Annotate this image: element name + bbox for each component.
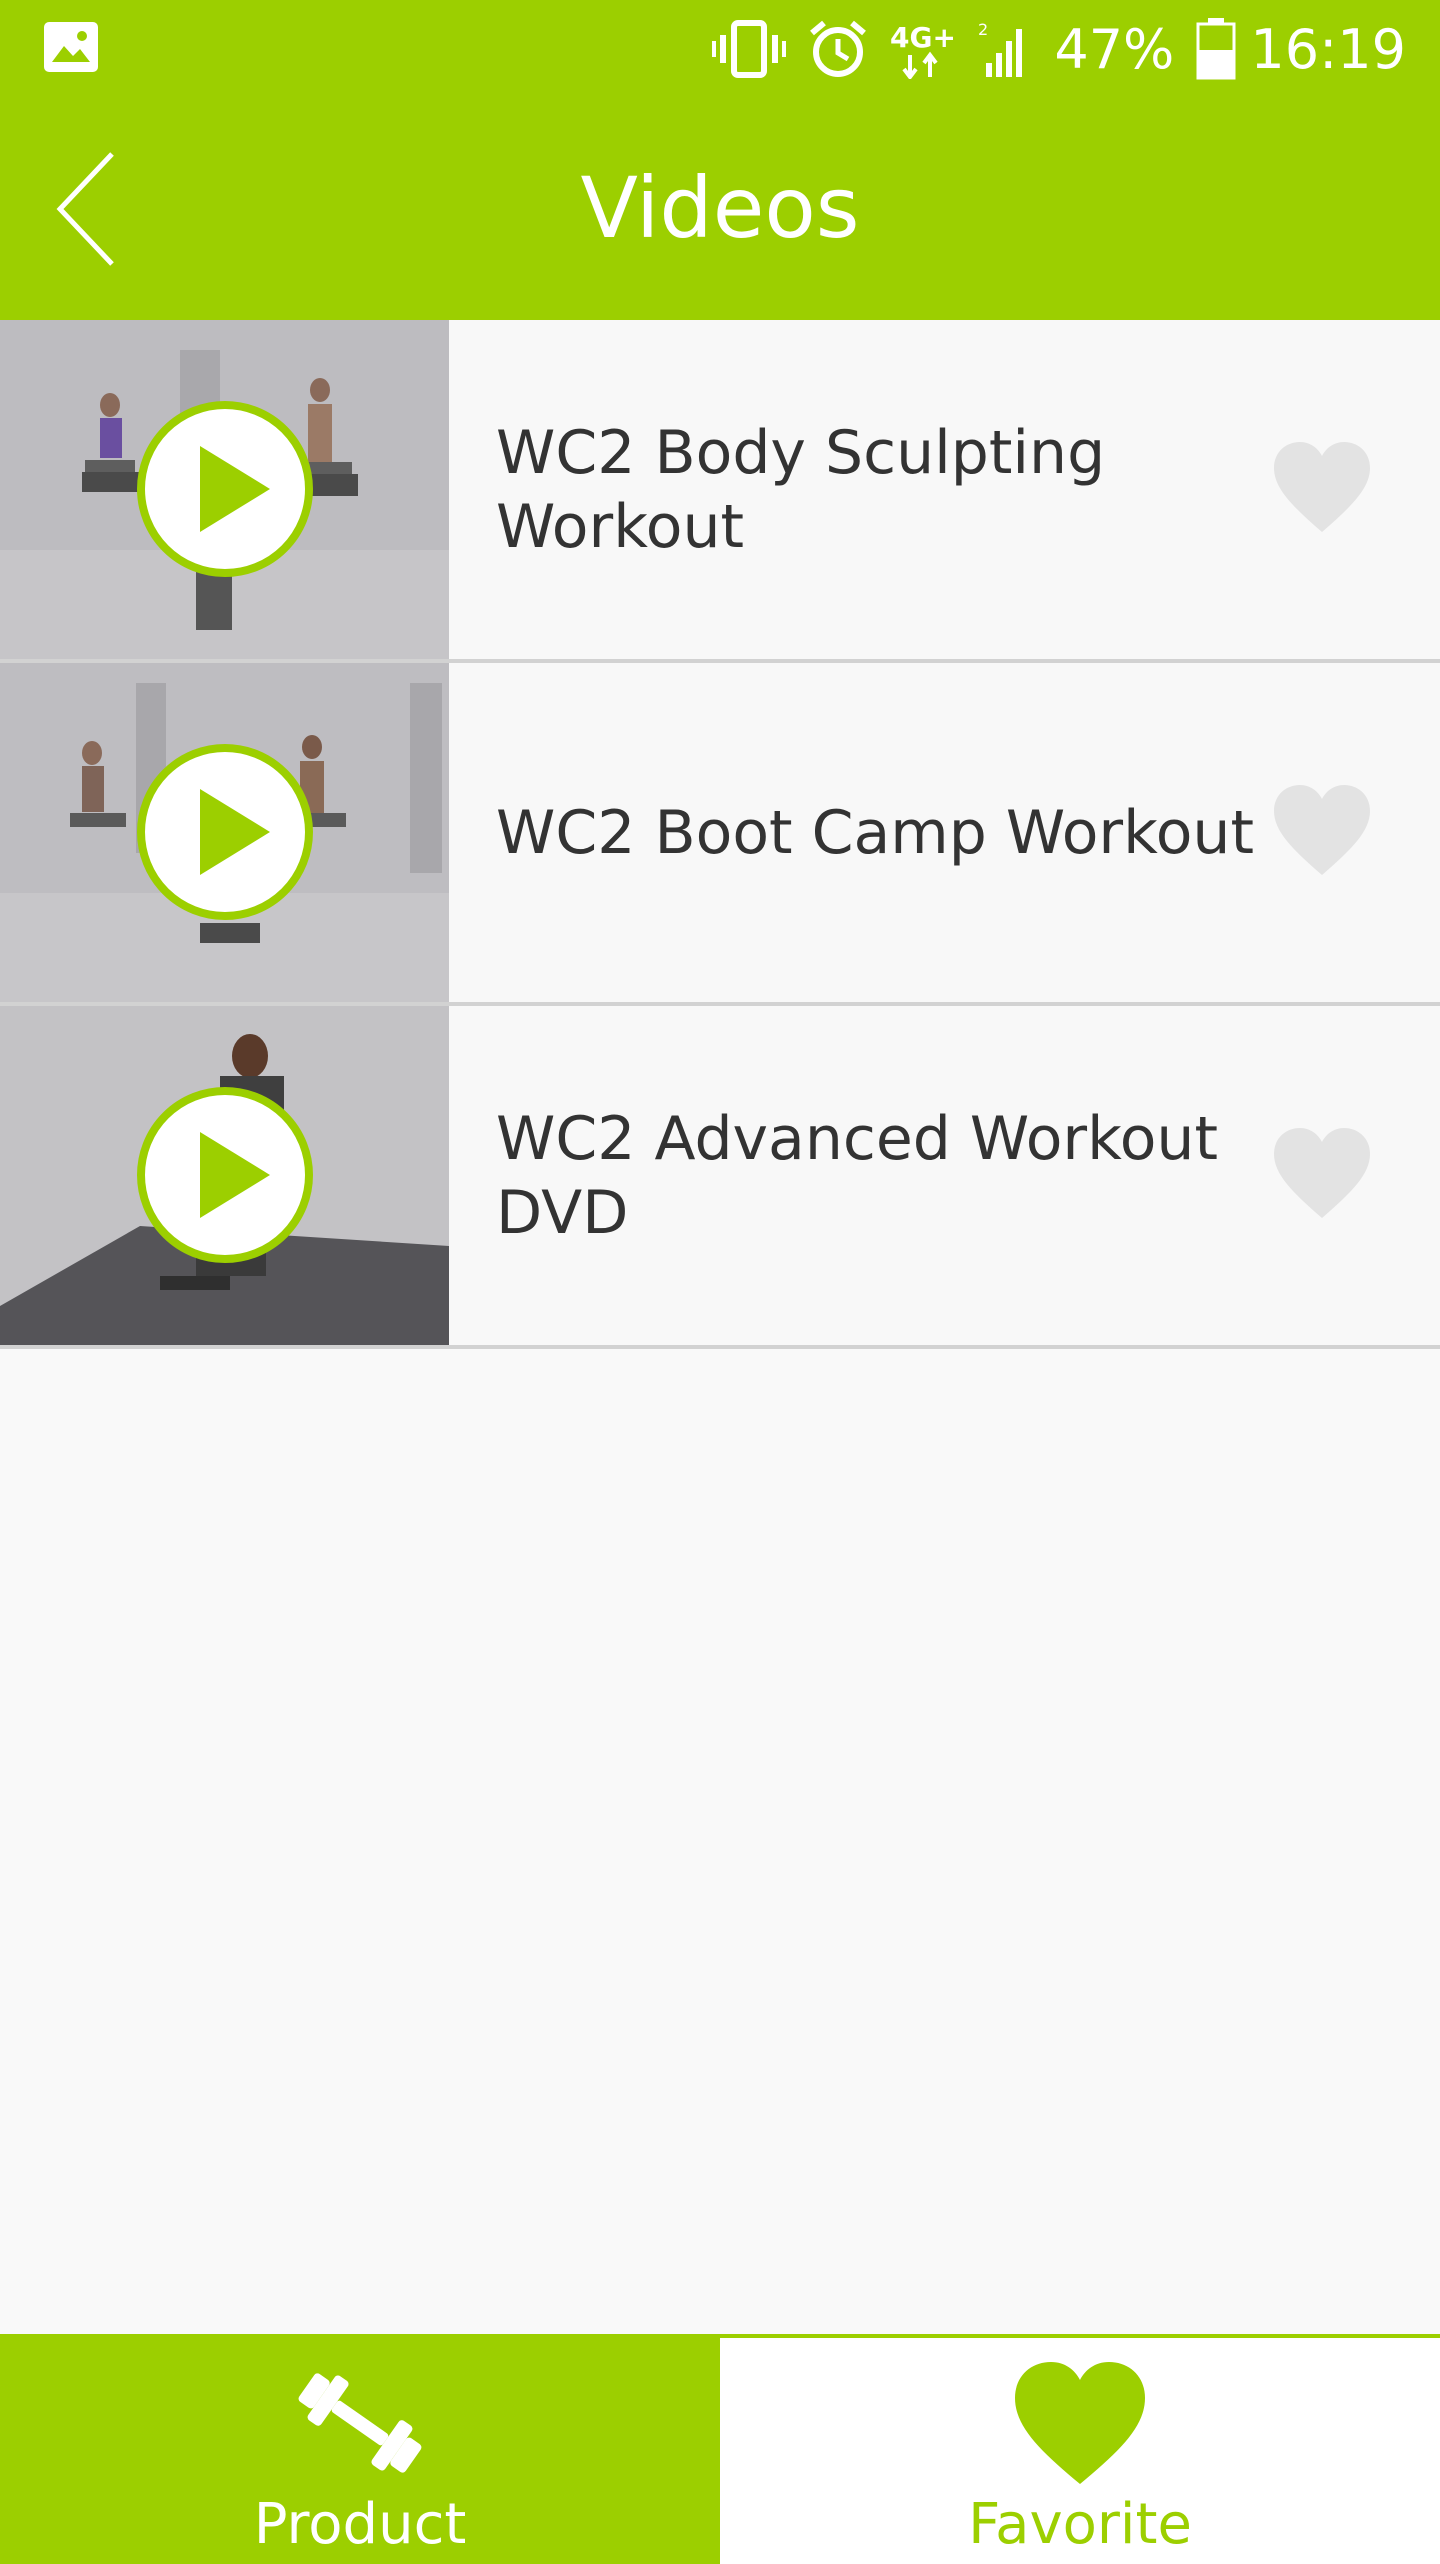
video-list: WC2 Body Sculpting Workout WC2 Boot Camp… xyxy=(0,320,1440,1349)
favorite-button[interactable] xyxy=(1272,783,1372,879)
network-4g-icon: 4G+ xyxy=(890,19,956,79)
video-title: WC2 Body Sculpting Workout xyxy=(496,417,1106,562)
tab-favorite[interactable]: Favorite xyxy=(720,2338,1440,2564)
heart-icon xyxy=(1274,442,1370,532)
play-icon xyxy=(137,744,313,920)
heart-icon xyxy=(1274,785,1370,875)
video-row[interactable]: WC2 Advanced Workout DVD xyxy=(0,1006,1440,1349)
alarm-icon xyxy=(808,19,868,79)
play-icon xyxy=(137,1087,313,1263)
status-bar: 4G+ 2 47% 16:19 xyxy=(0,0,1440,98)
heart-icon xyxy=(1015,2362,1145,2484)
gallery-icon xyxy=(44,22,98,72)
video-title: WC2 Boot Camp Workout xyxy=(496,797,1254,868)
svg-text:2: 2 xyxy=(978,20,988,39)
tab-label: Product xyxy=(253,2492,467,2557)
app-bar: Videos xyxy=(0,98,1440,320)
video-row[interactable]: WC2 Body Sculpting Workout xyxy=(0,320,1440,663)
dumbbell-icon xyxy=(298,2373,422,2473)
play-icon xyxy=(137,401,313,577)
vibrate-icon xyxy=(712,19,787,79)
video-thumbnail[interactable] xyxy=(0,663,449,1002)
page-title: Videos xyxy=(580,159,860,257)
battery-icon xyxy=(1196,18,1236,80)
heart-icon xyxy=(1274,1128,1370,1218)
video-thumbnail[interactable] xyxy=(0,1006,449,1345)
video-row[interactable]: WC2 Boot Camp Workout xyxy=(0,663,1440,1006)
favorite-button[interactable] xyxy=(1272,440,1372,536)
signal-icon: 2 xyxy=(978,19,1032,79)
tab-product[interactable]: Product xyxy=(0,2338,720,2564)
favorite-button[interactable] xyxy=(1272,1126,1372,1222)
video-title: WC2 Advanced Workout DVD xyxy=(496,1103,1218,1248)
battery-percent: 47% xyxy=(1054,17,1175,81)
svg-text:4G+: 4G+ xyxy=(890,21,956,54)
video-thumbnail[interactable] xyxy=(0,320,449,659)
tab-label: Favorite xyxy=(968,2492,1192,2557)
clock: 16:19 xyxy=(1250,17,1406,81)
bottom-tab-bar: Product Favorite xyxy=(0,2334,1440,2564)
